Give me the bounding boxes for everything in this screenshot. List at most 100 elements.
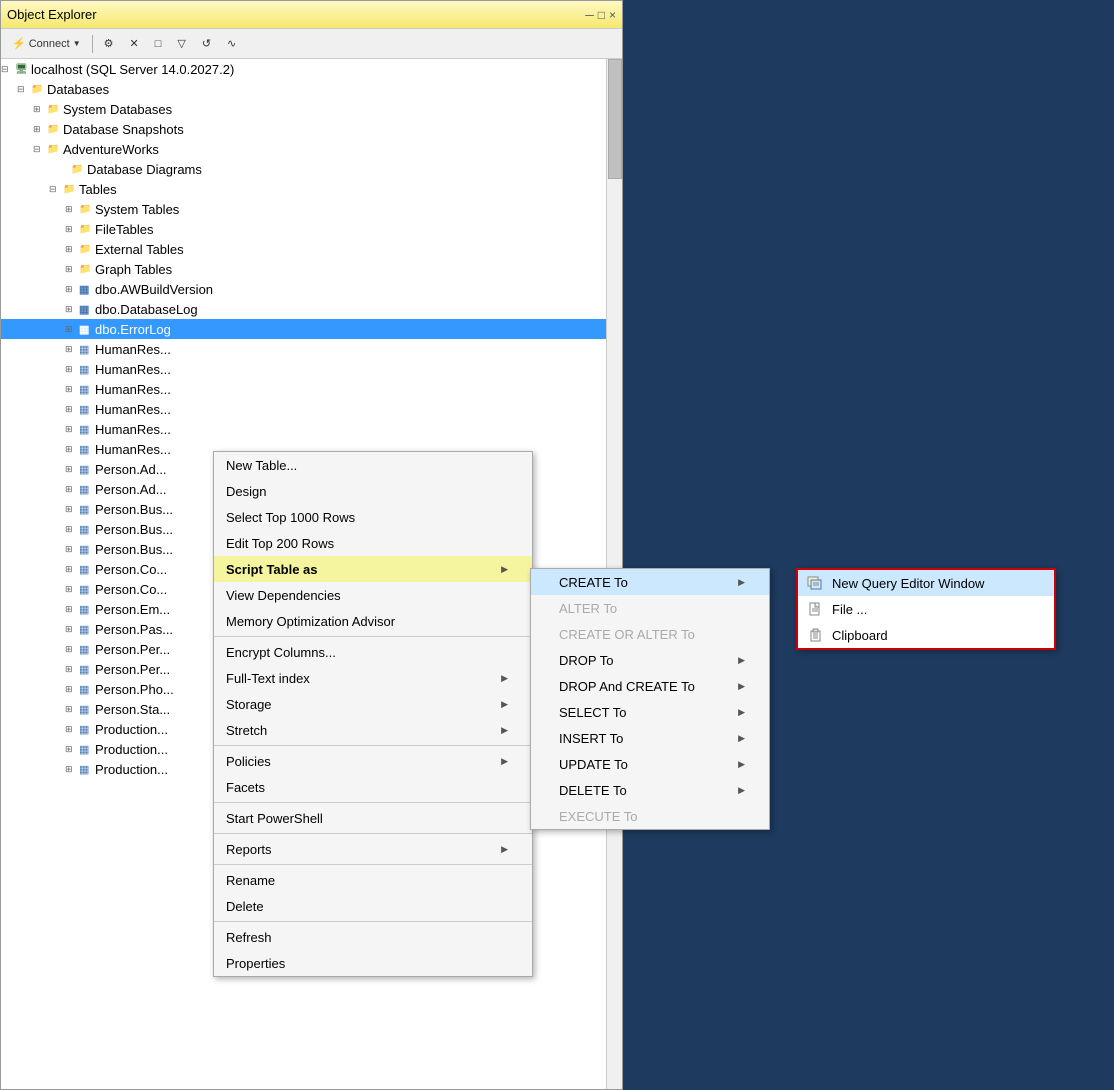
menu-refresh[interactable]: Refresh (214, 924, 532, 950)
label-humanres5: HumanRes... (95, 422, 606, 437)
expand-awbuildversion[interactable]: ⊞ (65, 284, 79, 295)
expand-tables[interactable]: ⊟ (49, 184, 63, 195)
expand-adventureworks[interactable]: ⊟ (33, 144, 47, 155)
expand-databases[interactable]: ⊟ (17, 84, 31, 95)
label-humanres2: HumanRes... (95, 362, 606, 377)
expand-sys-tables[interactable]: ⊞ (65, 204, 79, 215)
menu-storage[interactable]: Storage ▶ (214, 691, 532, 717)
expand-errorlog[interactable]: ⊞ (65, 324, 79, 335)
separator-1 (92, 35, 93, 53)
tree-item-db-diagrams[interactable]: 📁 Database Diagrams (1, 159, 606, 179)
activity-btn[interactable]: ∿ (220, 34, 243, 53)
label-ext-tables: External Tables (95, 242, 606, 257)
tree-item-humanres5[interactable]: ⊞ ▦ HumanRes... (1, 419, 606, 439)
submenu-create-to[interactable]: CREATE To ▶ (531, 569, 769, 595)
tree-item-adventureworks[interactable]: ⊟ 📁 AdventureWorks (1, 139, 606, 159)
menu-properties[interactable]: Properties (214, 950, 532, 976)
icon-ext-tables: 📁 (79, 244, 95, 255)
menu-facets[interactable]: Facets (214, 774, 532, 800)
menu-script-table[interactable]: Script Table as ▶ (214, 556, 532, 582)
right-panel (623, 0, 1114, 1090)
menu-edit-top[interactable]: Edit Top 200 Rows (214, 530, 532, 556)
menu-design[interactable]: Design (214, 478, 532, 504)
menu-rename[interactable]: Rename (214, 867, 532, 893)
expand-db-diagrams[interactable] (57, 164, 71, 174)
expand-databaselog[interactable]: ⊞ (65, 304, 79, 315)
icon-humanres1: ▦ (79, 343, 95, 356)
expand-db-snapshots[interactable]: ⊞ (33, 124, 47, 135)
submenu-update-to[interactable]: UPDATE To ▶ (531, 751, 769, 777)
menu-delete[interactable]: Delete (214, 893, 532, 919)
menu-start-ps[interactable]: Start PowerShell (214, 805, 532, 831)
submenu-drop-and-create-to[interactable]: DROP And CREATE To ▶ (531, 673, 769, 699)
menu-fulltext-index[interactable]: Full-Text index ▶ (214, 665, 532, 691)
new-window-btn[interactable]: □ (148, 35, 169, 53)
minimize-btn[interactable]: ─ (585, 8, 594, 22)
icon-person-pho: ▦ (79, 683, 95, 696)
tree-item-sys-tables[interactable]: ⊞ 📁 System Tables (1, 199, 606, 219)
menu-new-table[interactable]: New Table... (214, 452, 532, 478)
connect-button[interactable]: ⚡ Connect ▼ (5, 34, 88, 53)
expand-graph-tables[interactable]: ⊞ (65, 264, 79, 275)
submenu3-new-query-editor[interactable]: New Query Editor Window (798, 570, 1054, 596)
filter-btn[interactable]: ⚙ (97, 34, 121, 53)
submenu3-file[interactable]: File ... (798, 596, 1054, 622)
expand-server[interactable]: ⊟ (1, 64, 15, 75)
submenu-drop-to[interactable]: DROP To ▶ (531, 647, 769, 673)
tree-item-graph-tables[interactable]: ⊞ 📁 Graph Tables (1, 259, 606, 279)
expand-ext-tables[interactable]: ⊞ (65, 244, 79, 255)
label-graph-tables: Graph Tables (95, 262, 606, 277)
scrollbar-thumb[interactable] (608, 59, 622, 179)
expand-system-db[interactable]: ⊞ (33, 104, 47, 115)
menu-reports-label: Reports (226, 842, 272, 857)
icon-humanres4: ▦ (79, 403, 95, 416)
tree-item-humanres4[interactable]: ⊞ ▦ HumanRes... (1, 399, 606, 419)
tree-item-humanres2[interactable]: ⊞ ▦ HumanRes... (1, 359, 606, 379)
submenu3-clipboard[interactable]: Clipboard (798, 622, 1054, 648)
tree-item-awbuildversion[interactable]: ⊞ ▦ dbo.AWBuildVersion (1, 279, 606, 299)
tree-item-system-db[interactable]: ⊞ 📁 System Databases (1, 99, 606, 119)
menu-stretch[interactable]: Stretch ▶ (214, 717, 532, 743)
label-awbuildversion: dbo.AWBuildVersion (95, 282, 606, 297)
menu-policies[interactable]: Policies ▶ (214, 748, 532, 774)
menu-memory-opt[interactable]: Memory Optimization Advisor (214, 608, 532, 634)
tree-item-db-snapshots[interactable]: ⊞ 📁 Database Snapshots (1, 119, 606, 139)
menu-view-deps-label: View Dependencies (226, 588, 341, 603)
close-btn[interactable]: × (609, 8, 616, 22)
label-server: localhost (SQL Server 14.0.2027.2) (31, 62, 606, 77)
refresh-btn[interactable]: ↺ (195, 34, 218, 53)
insert-to-arrow: ▶ (738, 733, 745, 744)
submenu-insert-to[interactable]: INSERT To ▶ (531, 725, 769, 751)
menu-reports[interactable]: Reports ▶ (214, 836, 532, 862)
submenu-select-to[interactable]: SELECT To ▶ (531, 699, 769, 725)
menu-encrypt-cols[interactable]: Encrypt Columns... (214, 639, 532, 665)
menu-edit-top-label: Edit Top 200 Rows (226, 536, 334, 551)
menu-properties-label: Properties (226, 956, 285, 971)
expand-file-tables[interactable]: ⊞ (65, 224, 79, 235)
pin-btn[interactable]: □ (598, 8, 605, 22)
menu-design-label: Design (226, 484, 266, 499)
tree-item-errorlog[interactable]: ⊞ ▦ dbo.ErrorLog (1, 319, 606, 339)
tree-item-databaselog[interactable]: ⊞ ▦ dbo.DatabaseLog (1, 299, 606, 319)
file-icon (806, 601, 824, 617)
icon-db-diagrams: 📁 (71, 164, 87, 175)
label-databases: Databases (47, 82, 606, 97)
tree-item-tables[interactable]: ⊟ 📁 Tables (1, 179, 606, 199)
tree-item-humanres1[interactable]: ⊞ ▦ HumanRes... (1, 339, 606, 359)
tree-item-databases[interactable]: ⊟ 📁 Databases (1, 79, 606, 99)
tree-item-ext-tables[interactable]: ⊞ 📁 External Tables (1, 239, 606, 259)
menu-script-table-label: Script Table as (226, 562, 318, 577)
reports-arrow: ▶ (501, 844, 508, 855)
menu-select-top[interactable]: Select Top 1000 Rows (214, 504, 532, 530)
submenu-delete-to[interactable]: DELETE To ▶ (531, 777, 769, 803)
title-controls: ─ □ × (585, 8, 616, 22)
menu-storage-label: Storage (226, 697, 272, 712)
icon-person-em: ▦ (79, 603, 95, 616)
tree-item-server[interactable]: ⊟ 🖥 localhost (SQL Server 14.0.2027.2) (1, 59, 606, 79)
tree-item-file-tables[interactable]: ⊞ 📁 FileTables (1, 219, 606, 239)
tree-item-humanres3[interactable]: ⊞ ▦ HumanRes... (1, 379, 606, 399)
icon-humanres3: ▦ (79, 383, 95, 396)
stop-btn[interactable]: ✕ (122, 34, 145, 53)
filter2-btn[interactable]: ▽ (170, 34, 192, 53)
menu-view-deps[interactable]: View Dependencies (214, 582, 532, 608)
